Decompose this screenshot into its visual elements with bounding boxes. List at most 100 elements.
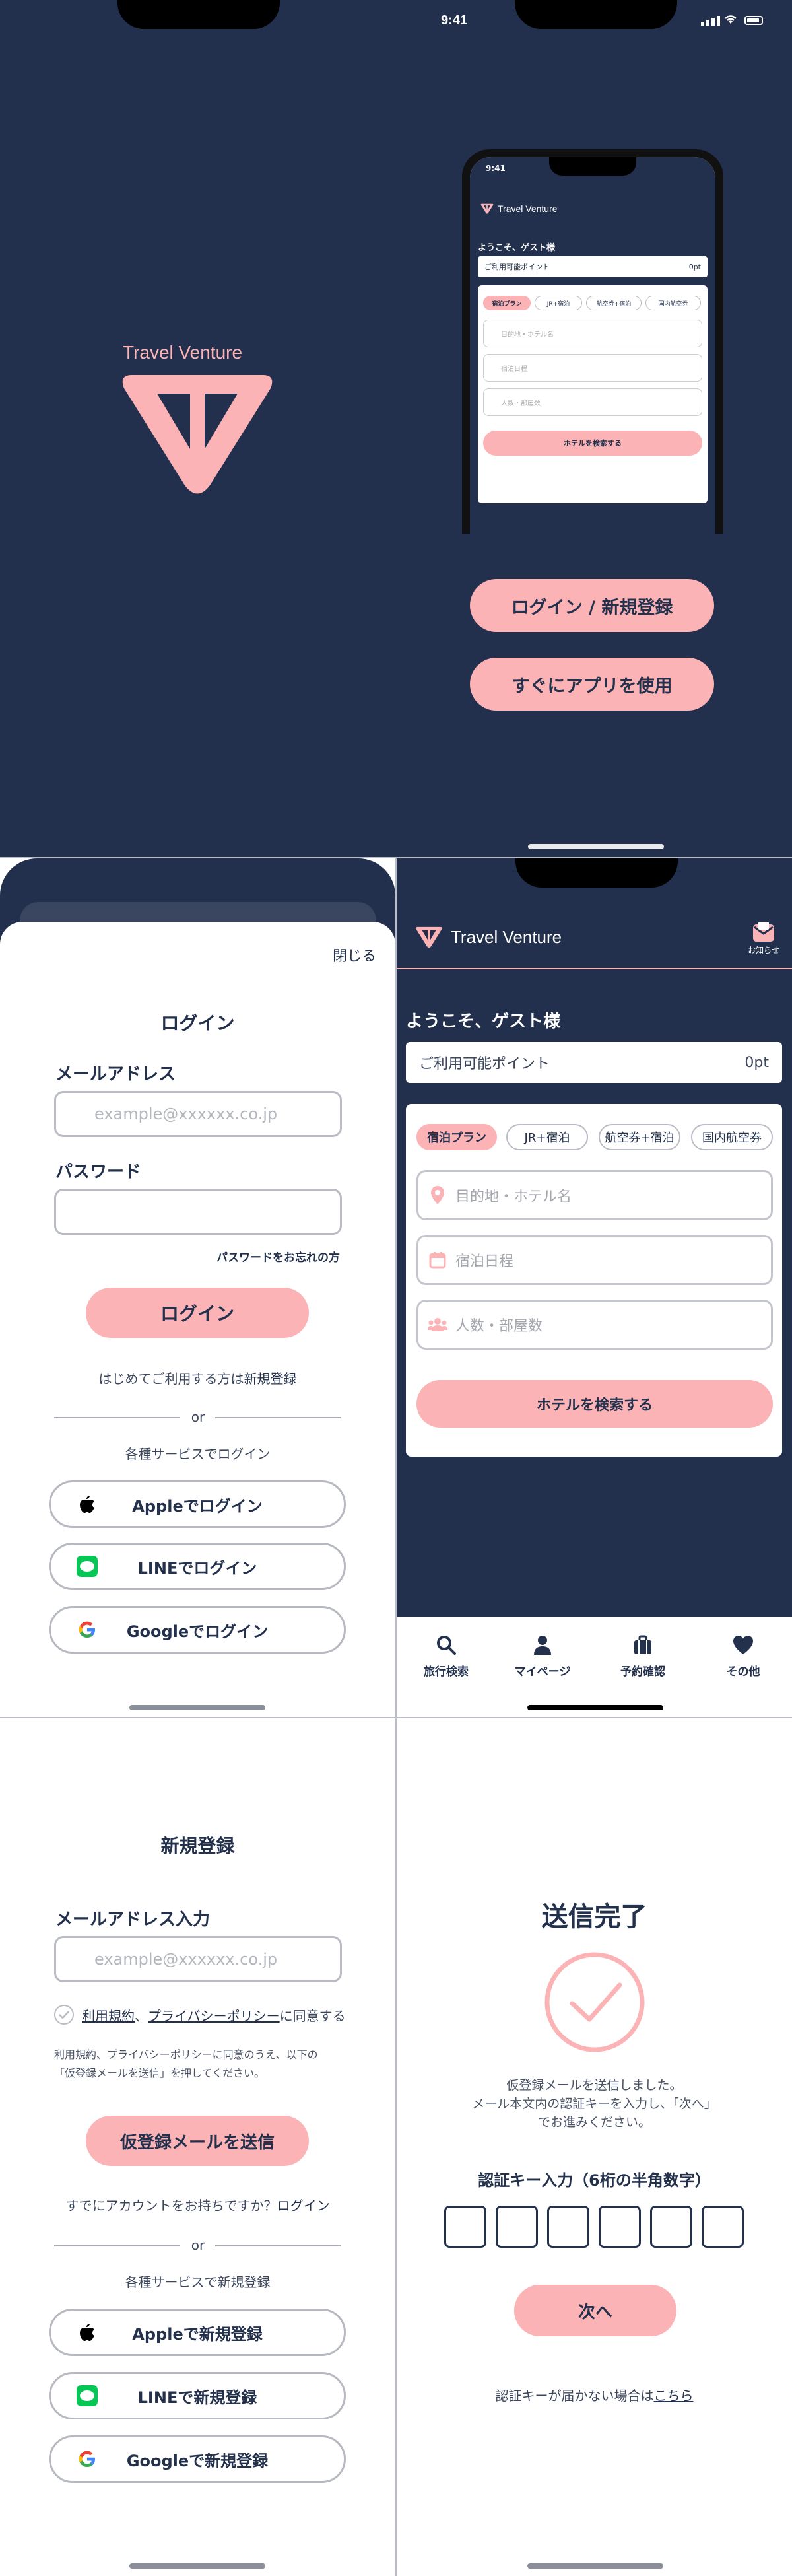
- have-account-text: すでにアカウントをお持ちですか？ログイン: [65, 2198, 330, 2213]
- send-registration-button[interactable]: 仮登録メールを送信: [86, 2116, 309, 2166]
- mock-welcome: ようこそ、ゲスト様: [478, 243, 556, 253]
- mock-points: ご利用可能ポイント 0pt: [478, 256, 708, 277]
- battery-icon: [744, 16, 763, 25]
- resend-link[interactable]: こちら: [654, 2388, 694, 2404]
- login-title: ログイン: [160, 1012, 235, 1034]
- register-title: 新規登録: [160, 1835, 235, 1857]
- home-indicator: [527, 1705, 663, 1710]
- google-login-button[interactable]: Googleでログイン: [49, 1606, 346, 1654]
- points-value: 0pt: [744, 1054, 769, 1071]
- nav-my-page[interactable]: マイページ: [506, 1634, 579, 1679]
- mock-brand: Travel Venture: [498, 203, 558, 214]
- code-label: 認証キー入力（6桁の半角数字）: [478, 2171, 711, 2190]
- points-card: ご利用可能ポイント 0pt: [406, 1042, 782, 1083]
- apple-icon: [76, 1493, 98, 1515]
- people-icon: [428, 1317, 447, 1333]
- check-circle-icon: [544, 1952, 645, 2052]
- first-time-text: はじめてご利用する方は新規登録: [98, 1371, 297, 1387]
- apple-login-button[interactable]: Appleでログイン: [49, 1480, 346, 1528]
- google-icon: [76, 1619, 98, 1641]
- verify-message: 仮登録メールを送信しました。 メール本文内の認証キーを入力し、「次へ」 でお進み…: [472, 2078, 717, 2130]
- apple-register-button[interactable]: Appleで新規登録: [49, 2309, 346, 2356]
- home-indicator: [129, 2563, 265, 2569]
- code-digit-6[interactable]: [702, 2206, 744, 2248]
- email-label: メールアドレス: [55, 1064, 176, 1084]
- notch: [515, 0, 677, 29]
- wifi-icon: [723, 15, 738, 28]
- social-login-caption: 各種サービスでログイン: [125, 1446, 271, 1462]
- app-header: Travel Venture: [415, 926, 562, 948]
- notch: [515, 858, 678, 888]
- google-icon: [76, 2448, 98, 2470]
- destination-input[interactable]: 目的地・ホテル名: [416, 1170, 773, 1220]
- brand-logo-icon: [122, 375, 273, 494]
- code-digit-1[interactable]: [444, 2206, 486, 2248]
- notice-label: お知らせ: [748, 946, 779, 955]
- code-digit-2[interactable]: [496, 2206, 538, 2248]
- close-button[interactable]: 閉じる: [333, 944, 376, 965]
- agree-row: 利用規約 、 プライバシーポリシー に同意する: [54, 2005, 346, 2025]
- location-pin-icon: [428, 1185, 447, 1205]
- terms-link[interactable]: 利用規約: [82, 2005, 135, 2025]
- person-icon: [534, 1636, 551, 1655]
- splash-screen: 9:41 Travel Venture 9:41 Travel Venture …: [0, 0, 792, 857]
- register-email-label: メールアドレス入力: [55, 1910, 211, 1930]
- login-password-input[interactable]: [54, 1189, 342, 1235]
- tab-flight-hotel[interactable]: 航空券+宿泊: [599, 1124, 680, 1150]
- register-email-input[interactable]: example@xxxxxx.co.jp: [54, 1936, 342, 1982]
- home-screen: Travel Venture お知らせ ようこそ、ゲスト様 ご利用可能ポイント …: [397, 858, 792, 1717]
- login-email-input[interactable]: example@xxxxxx.co.jp: [54, 1091, 342, 1137]
- login-button[interactable]: ログイン: [86, 1288, 309, 1338]
- signal-icon: [701, 16, 720, 26]
- tab-domestic-flight[interactable]: 国内航空券: [691, 1124, 773, 1150]
- login-link[interactable]: ログイン: [277, 2198, 330, 2213]
- points-label: ご利用可能ポイント: [419, 1056, 550, 1072]
- nav-others[interactable]: その他: [707, 1634, 779, 1679]
- suitcase-icon: [634, 1635, 651, 1654]
- search-hotels-button[interactable]: ホテルを検索する: [416, 1380, 773, 1428]
- code-digit-5[interactable]: [650, 2206, 692, 2248]
- calendar-icon: [428, 1251, 447, 1269]
- verify-title: 送信完了: [541, 1902, 647, 1932]
- home-indicator: [527, 2563, 663, 2569]
- privacy-link[interactable]: プライバシーポリシー: [148, 2005, 280, 2025]
- login-screen: 閉じる ログイン メールアドレス example@xxxxxx.co.jp パス…: [0, 858, 395, 1717]
- guests-input[interactable]: 人数・部屋数: [416, 1300, 773, 1350]
- password-label: パスワード: [55, 1162, 142, 1182]
- google-register-button[interactable]: Googleで新規登録: [49, 2435, 346, 2483]
- heart-icon: [733, 1636, 753, 1654]
- phone-mockup: 9:41 Travel Venture ようこそ、ゲスト様 ご利用可能ポイント 0…: [462, 149, 723, 539]
- home-indicator: [129, 1705, 265, 1710]
- login-register-button[interactable]: ログイン / 新規登録: [470, 579, 714, 632]
- agree-checkbox[interactable]: [54, 2005, 74, 2025]
- verify-screen: 送信完了 仮登録メールを送信しました。 メール本文内の認証キーを入力し、「次へ」…: [397, 1718, 792, 2576]
- brand-name: Travel Venture: [123, 342, 243, 363]
- register-screen: 新規登録 メールアドレス入力 example@xxxxxx.co.jp 利用規約…: [0, 1718, 395, 2576]
- tab-jr-hotel[interactable]: JR+宿泊: [506, 1124, 588, 1150]
- check-icon: [59, 2011, 69, 2019]
- search-icon: [437, 1636, 456, 1655]
- forgot-password-link[interactable]: パスワードをお忘れの方: [216, 1248, 340, 1265]
- nav-reservations[interactable]: 予約確認: [607, 1634, 679, 1679]
- brand-logo-icon: [416, 926, 442, 948]
- notice-button[interactable]: お知らせ: [744, 921, 783, 956]
- search-card: 宿泊プラン JR+宿泊 航空券+宿泊 国内航空券 目的地・ホテル名 宿泊日程 人…: [406, 1104, 782, 1457]
- divider-right: [215, 1417, 341, 1418]
- nav-travel-search[interactable]: 旅行検索: [410, 1634, 482, 1679]
- tab-hotel-plan[interactable]: 宿泊プラン: [416, 1124, 497, 1150]
- status-time: 9:41: [441, 13, 468, 28]
- code-digit-4[interactable]: [599, 2206, 641, 2248]
- next-button[interactable]: 次へ: [514, 2285, 676, 2336]
- bottom-nav: 旅行検索 マイページ 予約確認 その他: [397, 1617, 792, 1717]
- line-icon: [76, 2385, 98, 2407]
- divider-right: [215, 2245, 341, 2246]
- code-digit-3[interactable]: [547, 2206, 589, 2248]
- header-brand-name: Travel Venture: [451, 926, 562, 947]
- register-link[interactable]: 新規登録: [244, 1371, 297, 1387]
- mock-status-time: 9:41: [486, 164, 506, 173]
- dates-input[interactable]: 宿泊日程: [416, 1235, 773, 1285]
- home-indicator: [528, 844, 664, 849]
- use-app-button[interactable]: すぐにアプリを使用: [470, 658, 714, 711]
- line-register-button[interactable]: LINEで新規登録: [49, 2372, 346, 2419]
- line-login-button[interactable]: LINEでログイン: [49, 1543, 346, 1590]
